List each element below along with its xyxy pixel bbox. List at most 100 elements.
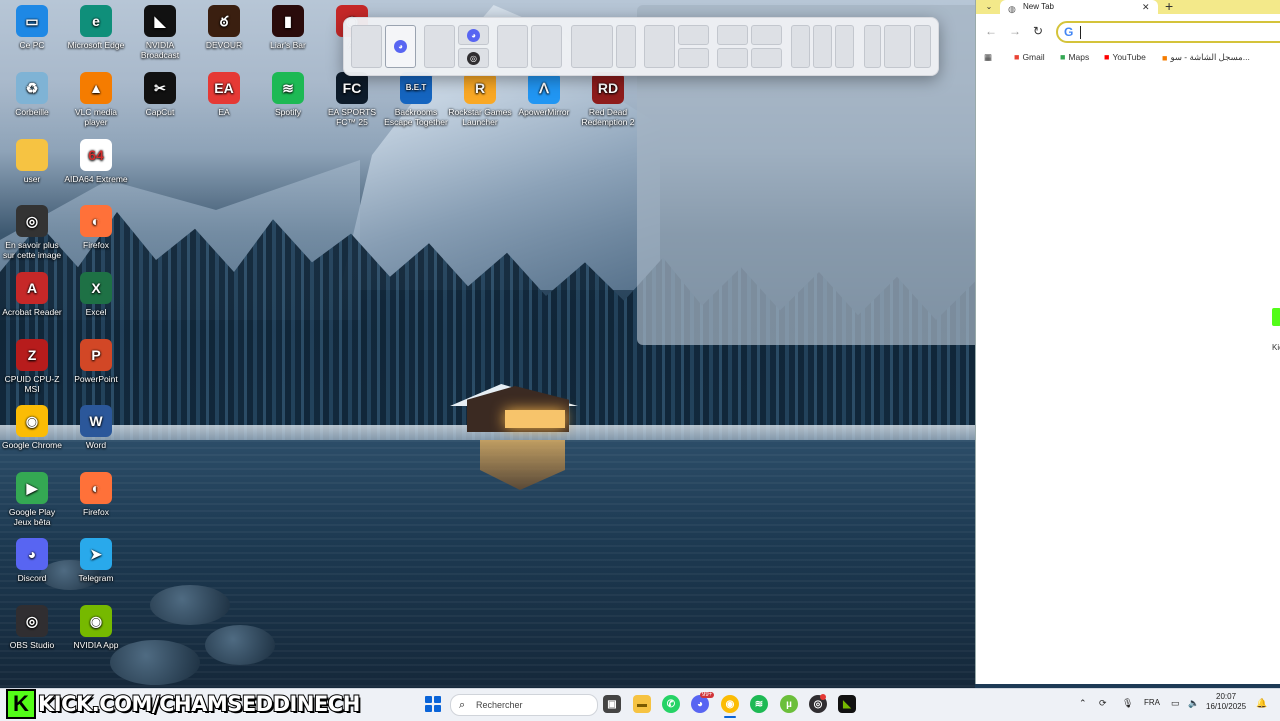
snap-layout-option[interactable]: ◕ ◎	[424, 25, 489, 68]
desktop-icon[interactable]: FC EA SPORTS FC™ 25	[320, 72, 384, 127]
snap-zone[interactable]	[884, 25, 911, 68]
forward-icon[interactable]: →	[1009, 24, 1021, 38]
desktop-icon[interactable]: ◐ Firefox	[64, 205, 128, 250]
snap-zone[interactable]	[531, 25, 562, 68]
microphone-icon[interactable]: 🎙	[1122, 698, 1133, 709]
snap-zone[interactable]	[864, 25, 881, 68]
snap-layout-option[interactable]: ◕	[351, 25, 416, 68]
snap-zone[interactable]: ◎	[458, 48, 489, 68]
snap-layout-option[interactable]	[571, 25, 636, 68]
snap-zone-stack[interactable]	[678, 25, 709, 68]
desktop-icon[interactable]: ◣ NVIDIA Broadcast	[128, 5, 192, 60]
snap-zone[interactable]	[571, 25, 613, 68]
desktop-icon[interactable]: X Excel	[64, 272, 128, 317]
desktop-icon[interactable]: ᐱ ApowerMirror	[512, 72, 576, 117]
apps-icon[interactable]: ▦	[984, 52, 992, 63]
desktop-icon[interactable]: ◎ En savoir plus sur cette image	[0, 205, 64, 260]
desktop-icon[interactable]: B.E.T Backrooms Escape Together	[384, 72, 448, 127]
desktop-icon[interactable]: Z CPUID CPU-Z MSI	[0, 339, 64, 394]
reload-icon[interactable]: ↻	[1033, 24, 1043, 38]
snap-zone[interactable]	[751, 25, 782, 45]
desktop-icon[interactable]: ◉ Google Chrome	[0, 405, 64, 450]
desktop-icon[interactable]: ▲ VLC media player	[64, 72, 128, 127]
desktop-icon[interactable]: ఠ DEVOUR	[192, 5, 256, 50]
desktop-icon[interactable]: ◐ Firefox	[64, 472, 128, 517]
snap-zone[interactable]	[751, 48, 782, 68]
snap-zone[interactable]	[678, 25, 709, 45]
whatsapp-icon[interactable]: ✆	[662, 695, 680, 713]
snap-zone[interactable]	[351, 25, 382, 68]
desktop-icon[interactable]: P PowerPoint	[64, 339, 128, 384]
snap-zone[interactable]: ◕	[458, 25, 489, 45]
snap-zone[interactable]	[616, 25, 636, 68]
desktop-icon[interactable]: 64 AIDA64 Extreme	[64, 139, 128, 184]
snap-layout-option[interactable]	[717, 25, 782, 68]
bookmark-item[interactable]: ■ Gmail	[1014, 52, 1045, 62]
desktop-icon[interactable]: ◕ Discord	[0, 538, 64, 583]
snap-layout-option[interactable]	[864, 25, 931, 68]
back-icon[interactable]: ←	[985, 24, 997, 38]
snap-zone[interactable]	[791, 25, 810, 68]
sync-icon[interactable]: ⟳	[1099, 698, 1107, 709]
desktop-icon-label: Ce PC	[19, 40, 45, 50]
snap-zone-stack[interactable]	[751, 25, 782, 68]
spotify-icon[interactable]: ≋	[750, 695, 768, 713]
snap-zone[interactable]	[644, 25, 675, 68]
utorrent-icon[interactable]: µ	[780, 695, 798, 713]
snap-zone[interactable]: ◕	[385, 25, 416, 68]
desktop-icon[interactable]: ▭ Ce PC	[0, 5, 64, 50]
shortcut-label[interactable]: Kic	[1272, 343, 1280, 352]
network-icon[interactable]: ▭	[1171, 698, 1180, 709]
file-explorer-icon[interactable]: ▬	[633, 695, 651, 713]
desktop-icon[interactable]: ✂ CapCut	[128, 72, 192, 117]
snap-zone[interactable]	[914, 25, 931, 68]
snap-zone[interactable]	[497, 25, 528, 68]
tab-new-tab[interactable]: ◍ New Tab ✕	[1000, 0, 1158, 14]
snap-layout-option[interactable]	[644, 25, 709, 68]
snap-zone[interactable]	[717, 25, 748, 45]
bookmark-item[interactable]: ■ مسجل الشاشة - سو...	[1162, 52, 1250, 63]
start-button[interactable]	[425, 696, 441, 712]
snap-zone[interactable]	[813, 25, 832, 68]
notifications-icon[interactable]: 🔔	[1256, 698, 1267, 709]
snap-layouts-flyout: ◕ ◕ ◎	[343, 17, 939, 76]
desktop-icon[interactable]: ◉ NVIDIA App	[64, 605, 128, 650]
snap-zone-stack[interactable]: ◕ ◎	[458, 25, 489, 68]
chevron-up-icon[interactable]: ⌃	[1079, 698, 1087, 709]
desktop-icon[interactable]: RD Red Dead Redemption 2	[576, 72, 640, 127]
desktop-icon[interactable]: ▮ Liar's Bar	[256, 5, 320, 50]
desktop-icon[interactable]: e Microsoft Edge	[64, 5, 128, 50]
nvidia-broadcast-icon[interactable]: ◣	[838, 695, 856, 713]
snap-zone[interactable]	[424, 25, 455, 68]
new-tab-button[interactable]: +	[1165, 0, 1173, 14]
desktop-icon-label: NVIDIA App	[73, 640, 119, 650]
desktop-icon[interactable]: user	[0, 139, 64, 184]
chrome-icon[interactable]: ◉	[721, 695, 739, 713]
tab-search-button[interactable]: ⌄	[982, 1, 996, 13]
snap-layout-option[interactable]	[497, 25, 562, 68]
taskbar-search[interactable]: ⌕ Rechercher	[450, 694, 598, 716]
bookmark-item[interactable]: ■ YouTube	[1104, 52, 1146, 62]
snap-zone[interactable]	[678, 48, 709, 68]
language-indicator[interactable]: FRA	[1144, 698, 1160, 707]
snap-zone[interactable]	[717, 48, 748, 68]
bookmark-item[interactable]: ■ Maps	[1060, 52, 1089, 62]
close-tab-icon[interactable]: ✕	[1142, 0, 1150, 14]
snap-zone[interactable]	[835, 25, 854, 68]
desktop-icon[interactable]: EA EA	[192, 72, 256, 117]
desktop-icon[interactable]: W Word	[64, 405, 128, 450]
volume-icon[interactable]: 🔈	[1188, 698, 1199, 709]
desktop-icon[interactable]: ➤ Telegram	[64, 538, 128, 583]
address-bar[interactable]: G	[1056, 21, 1280, 43]
desktop-icon[interactable]: ◎ OBS Studio	[0, 605, 64, 650]
desktop-icon[interactable]: ▶ Google Play Jeux bêta	[0, 472, 64, 527]
desktop-icon[interactable]: ♻ Corbeille	[0, 72, 64, 117]
desktop-icon[interactable]: ≋ Spotify	[256, 72, 320, 117]
snap-zone-stack[interactable]	[717, 25, 748, 68]
desktop-icon[interactable]: A Acrobat Reader	[0, 272, 64, 317]
snap-layout-option[interactable]	[791, 25, 854, 68]
desktop-icon[interactable]: R Rockstar Games Launcher	[448, 72, 512, 127]
powerpoint-icon: P	[80, 339, 112, 371]
clock[interactable]: 20:07 16/10/2025	[1206, 692, 1246, 712]
task-view-icon[interactable]: ▣	[603, 695, 621, 713]
